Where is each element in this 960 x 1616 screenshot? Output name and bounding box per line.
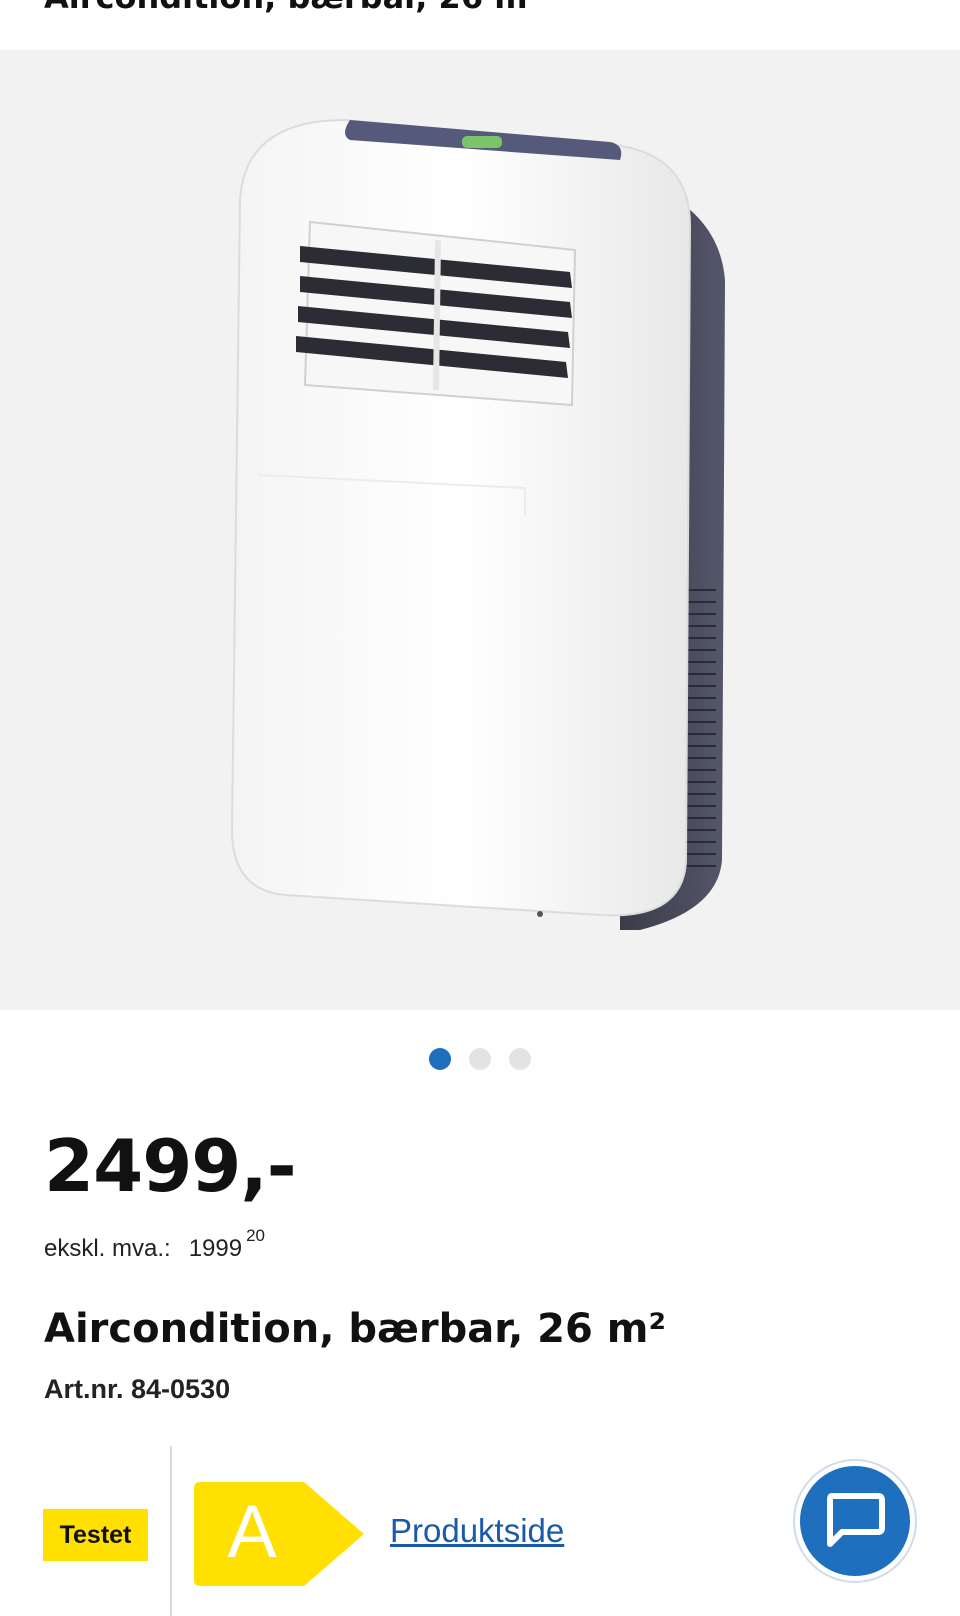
chat-button[interactable] — [800, 1466, 910, 1576]
product-image-gallery[interactable] — [0, 50, 960, 1010]
excl-vat-amount: 1999 — [188, 1235, 243, 1262]
price-excl-vat: ekskl. mva.: 1999 20 — [44, 1226, 265, 1263]
excl-vat-label: ekskl. mva.: — [44, 1235, 171, 1262]
excl-vat-cents: 20 — [246, 1226, 266, 1245]
energy-class-label-icon[interactable] — [194, 1482, 370, 1586]
pagination-dot-1[interactable] — [429, 1048, 451, 1070]
pagination-dot-2[interactable] — [469, 1048, 491, 1070]
chat-bubble-icon — [827, 1493, 885, 1547]
sticky-header-title: Aircondition, bærbar, 26 m² — [44, 0, 944, 16]
product-title: Aircondition, bærbar, 26 m² — [44, 1306, 666, 1352]
tested-badge[interactable]: Testet — [43, 1509, 148, 1561]
badge-divider — [170, 1446, 172, 1616]
product-sheet-link[interactable]: Produktside — [390, 1512, 564, 1550]
gallery-pagination — [0, 1048, 960, 1072]
energy-class-letter: A — [227, 1490, 277, 1573]
pagination-dot-3[interactable] — [509, 1048, 531, 1070]
article-number: Art.nr. 84-0530 — [44, 1374, 231, 1404]
product-price: 2499,- — [44, 1124, 297, 1208]
product-image — [230, 118, 725, 930]
